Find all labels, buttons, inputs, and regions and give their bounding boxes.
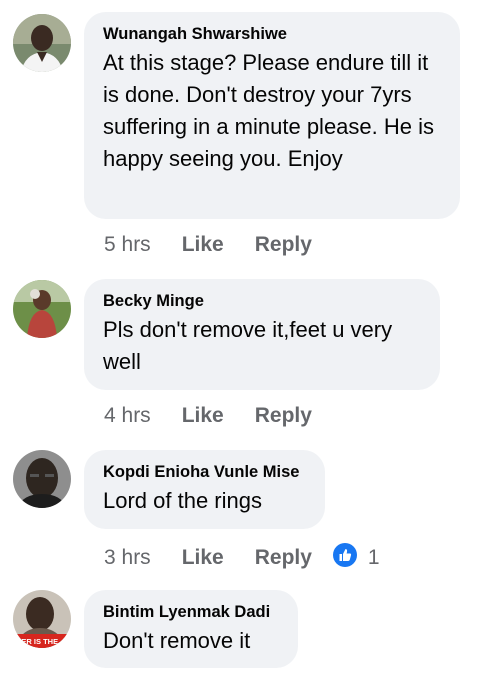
comment-bubble: Becky Minge Pls don't remove it,feet u v… [84,279,440,390]
comment-text: At this stage? Please endure till it is … [103,50,434,171]
like-button[interactable]: Like [182,404,224,428]
comment-author[interactable]: Wunangah Shwarshiwe [103,24,440,44]
like-button[interactable]: Like [182,546,224,570]
avatar[interactable] [13,14,71,72]
reply-button[interactable]: Reply [255,233,312,257]
comment-bubble: Bintim Lyenmak Dadi Don't remove it [84,590,298,668]
comment-text: Lord of the rings [103,488,262,513]
comment-author[interactable]: Kopdi Enioha Vunle Mise [103,462,305,482]
avatar-caption: KER IS THE [16,637,58,646]
comment-author[interactable]: Bintim Lyenmak Dadi [103,602,278,622]
avatar[interactable]: KER IS THE [13,590,71,648]
like-reaction-icon [332,543,357,573]
comment-actions: 4 hrs Like Reply [104,404,343,428]
comment-actions: 3 hrs Like Reply 1 [104,543,380,573]
comment-timestamp[interactable]: 4 hrs [104,404,151,428]
comment-author[interactable]: Becky Minge [103,291,420,311]
avatar[interactable] [13,450,71,508]
comment-text: Don't remove it [103,628,251,653]
reply-button[interactable]: Reply [255,546,312,570]
comment-bubble: Wunangah Shwarshiwe At this stage? Pleas… [84,12,460,219]
comment-bubble: Kopdi Enioha Vunle Mise Lord of the ring… [84,450,325,529]
reply-button[interactable]: Reply [255,404,312,428]
like-button[interactable]: Like [182,233,224,257]
comment-actions: 5 hrs Like Reply [104,233,343,257]
comment-timestamp[interactable]: 3 hrs [104,546,151,570]
reaction-summary[interactable]: 1 [332,543,380,573]
avatar[interactable] [13,280,71,338]
comment-timestamp[interactable]: 5 hrs [104,233,151,257]
reaction-count: 1 [367,546,380,569]
comment-text: Pls don't remove it,feet u very well [103,317,393,374]
